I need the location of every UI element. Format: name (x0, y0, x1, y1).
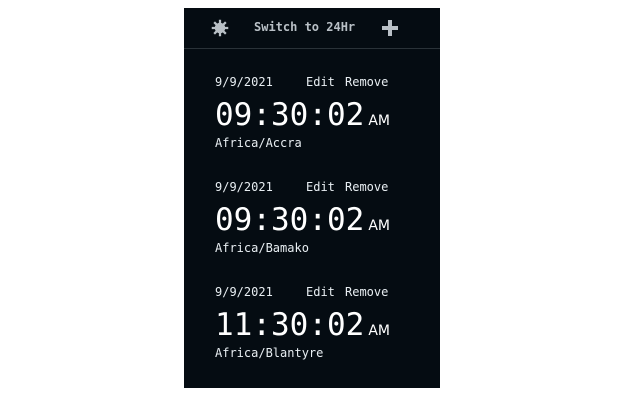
clock-panel: Switch to 24Hr 9/9/2021 Edit Remove 09:3… (184, 8, 440, 388)
switch-24hr-button[interactable]: Switch to 24Hr (254, 20, 355, 34)
clock-card: 9/9/2021 Edit Remove 09:30:02 AM Africa/B… (215, 180, 430, 255)
clock-timezone: Africa/Blantyre (215, 346, 324, 360)
clock-time-digits: 09:30:02 (215, 202, 365, 238)
clock-date: 9/9/2021 (215, 285, 273, 299)
clock-ampm: AM (368, 113, 390, 129)
gear-icon[interactable] (211, 19, 229, 37)
clock-meta: 9/9/2021 Edit Remove (215, 180, 430, 196)
clock-meta: 9/9/2021 Edit Remove (215, 285, 430, 301)
clock-time: 09:30:02 AM (215, 97, 430, 133)
clock-time-digits: 09:30:02 (215, 97, 365, 133)
clock-time-digits: 11:30:02 (215, 307, 365, 343)
edit-button[interactable]: Edit (306, 180, 335, 194)
clock-card: 9/9/2021 Edit Remove 09:30:02 AM Africa/A… (215, 75, 430, 150)
remove-button[interactable]: Remove (345, 75, 388, 89)
clock-date: 9/9/2021 (215, 75, 273, 89)
clock-date: 9/9/2021 (215, 180, 273, 194)
plus-icon[interactable] (381, 19, 399, 37)
edit-button[interactable]: Edit (306, 285, 335, 299)
remove-button[interactable]: Remove (345, 180, 388, 194)
clock-time: 11:30:02 AM (215, 307, 430, 343)
edit-button[interactable]: Edit (306, 75, 335, 89)
clock-card: 9/9/2021 Edit Remove 11:30:02 AM Africa/B… (215, 285, 430, 360)
clock-meta: 9/9/2021 Edit Remove (215, 75, 430, 91)
clock-timezone: Africa/Accra (215, 136, 302, 150)
clock-time: 09:30:02 AM (215, 202, 430, 238)
remove-button[interactable]: Remove (345, 285, 388, 299)
clock-timezone: Africa/Bamako (215, 241, 309, 255)
clock-ampm: AM (368, 323, 390, 339)
clock-ampm: AM (368, 218, 390, 234)
top-bar: Switch to 24Hr (184, 8, 440, 49)
